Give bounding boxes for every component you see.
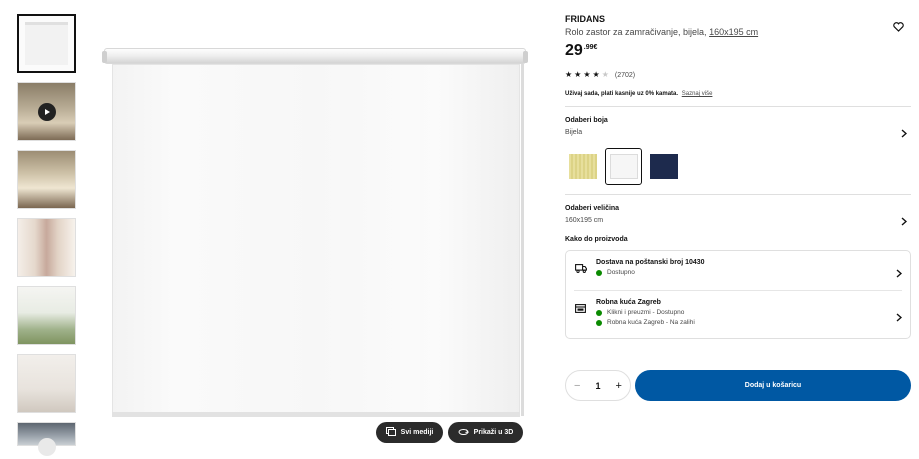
thumbnail-detail[interactable] [17,354,76,413]
delivery-title: Dostava na poštanski broj 10430 [596,259,705,266]
rating[interactable]: ★ ★ ★ ★ ★ (2702) [565,71,911,79]
store-line-1: Klikni i preuzmi - Dostupno [596,309,902,316]
bottom-rail [112,412,520,417]
description-text: Rolo zastor za zamračivanje, bijela, [565,27,707,37]
thumbnail-list [17,14,79,455]
status-dot-icon [596,269,602,276]
thumbnail-window[interactable] [17,286,76,345]
store-icon [575,300,586,318]
size-value: 160x195 cm [565,217,604,224]
chevron-right-icon [901,125,908,143]
swatch-navy[interactable] [650,153,678,179]
quantity-stepper: − 1 + [565,370,631,401]
color-value: Bijela [565,129,583,136]
quantity-value[interactable]: 1 [595,381,600,391]
color-label: Odaberi boja [565,117,608,124]
rating-stars: ★ ★ ★ ★ ★ [565,71,609,79]
product-info: FRIDANS Rolo zastor za zamračivanje, bij… [565,14,911,339]
price-main: 29 [565,42,583,59]
rating-count: (2702) [614,71,636,79]
status-dot-icon [596,319,602,326]
product-page: Svi mediji Prikaži u 3D FRIDANS Rolo zas… [0,0,919,459]
delivery-status: Dostupno [607,269,635,276]
delivery-status-line: Dostupno [596,269,910,276]
main-product-image[interactable] [102,48,528,424]
favorite-heart-icon[interactable] [893,19,904,37]
blind-fabric [112,64,520,415]
product-name: FRIDANS [565,14,605,24]
size-link[interactable]: 160x195 cm [709,27,758,37]
size-selector[interactable]: Odaberi veličina 160x195 cm [565,195,911,226]
star-icon: ★ [583,70,591,79]
chevron-right-icon [901,213,908,231]
buy-row: − 1 + Dodaj u košaricu [565,370,911,401]
chevron-right-icon [896,265,903,283]
price-decimal: .99€ [583,44,598,51]
thumbnail-curtain[interactable] [17,218,76,277]
klarna-text: Uživaj sada, plati kasnije uz 0% kamata. [565,91,679,97]
store-line-2: Robna kuća Zagreb - Na zalihi [596,319,902,326]
chevron-right-icon [896,309,903,327]
play-icon [38,103,56,121]
star-icon: ★ [592,70,600,79]
decrease-quantity-button[interactable]: − [574,380,580,392]
product-description: Rolo zastor za zamračivanje, bijela, 160… [565,27,911,37]
klarna-more-link[interactable]: Saznaj više [682,91,713,97]
status-dot-icon [596,309,602,316]
store-row[interactable]: Robna kuća Zagreb Klikni i preuzmi - Dos… [574,290,903,338]
thumbnail-product[interactable] [17,14,76,73]
all-media-label: Svi mediji [400,429,434,436]
thumbnail-video[interactable] [17,82,76,141]
store-title: Robna kuća Zagreb [596,299,661,306]
store-click-collect: Klikni i preuzmi - Dostupno [607,309,685,316]
swatch-yellow[interactable] [569,153,597,179]
thumbnail-scroll-button[interactable] [38,438,56,456]
view-3d-label: Prikaži u 3D [473,429,514,436]
increase-quantity-button[interactable]: + [616,380,622,392]
rotate-3d-icon [458,428,469,438]
view-3d-button[interactable]: Prikaži u 3D [448,422,523,443]
swatch-white [609,153,638,179]
star-empty-icon: ★ [601,70,609,79]
side-cord [521,64,524,416]
availability-heading: Kako do proizvoda [565,236,628,243]
star-icon: ★ [565,70,573,79]
color-selector[interactable]: Odaberi boja Bijela [565,107,911,138]
gallery-icon [385,427,396,438]
thumbnail-bedroom[interactable] [17,150,76,209]
size-label: Odaberi veličina [565,205,620,212]
roller-tube [102,48,528,64]
truck-icon [575,260,587,278]
store-stock: Robna kuća Zagreb - Na zalihi [607,319,695,326]
star-icon: ★ [574,70,582,79]
product-price: 29 .99€ [565,42,911,60]
availability-box: Dostava na poštanski broj 10430 Dostupno… [565,250,911,339]
delivery-row[interactable]: Dostava na poštanski broj 10430 Dostupno [566,251,910,290]
swatch-white-selected[interactable] [605,147,642,185]
klarna-notice: Uživaj sada, plati kasnije uz 0% kamata.… [565,91,911,97]
add-to-cart-button[interactable]: Dodaj u košaricu [635,370,911,401]
all-media-button[interactable]: Svi mediji [376,422,443,443]
color-swatches [565,147,911,185]
